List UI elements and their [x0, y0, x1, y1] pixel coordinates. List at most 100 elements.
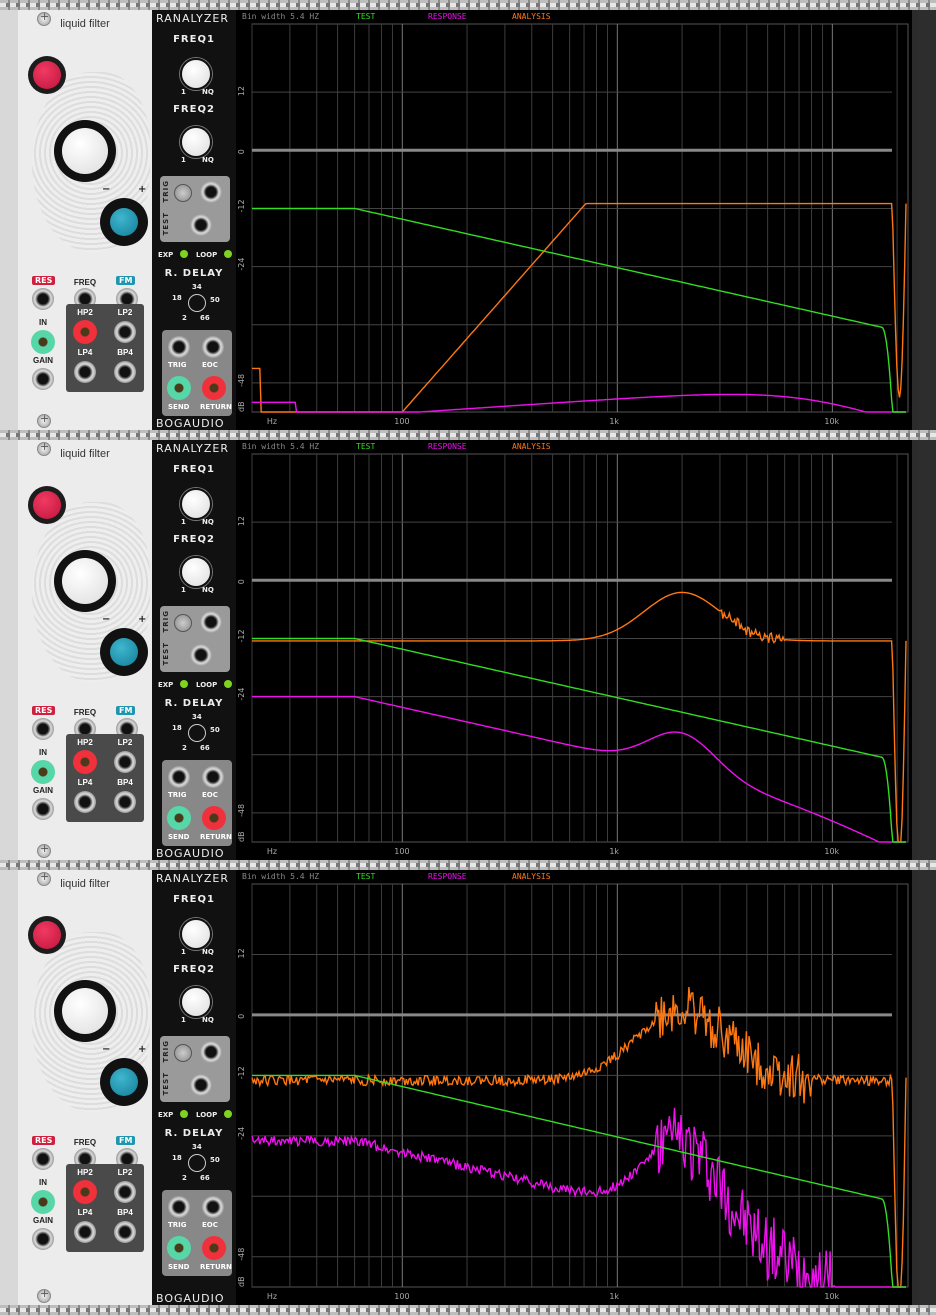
lp4-label: LP4	[77, 778, 93, 787]
lp4-output-jack[interactable]	[74, 361, 96, 383]
send-output-jack[interactable]	[167, 1236, 191, 1260]
analysis-curve	[252, 202, 907, 413]
left-blank-panel	[0, 440, 18, 860]
frequency-knob[interactable]	[54, 550, 116, 612]
fm-label: FM	[116, 706, 136, 715]
test-output-jack[interactable]	[190, 644, 212, 666]
freq1-max-label: NQ	[202, 518, 214, 526]
eoc-output-jack[interactable]	[202, 766, 224, 788]
x-tick-label: 100	[394, 417, 409, 426]
exp-led[interactable]	[180, 1110, 188, 1118]
spectrum-plot: 12 0 -12 -24 -48 dB Hz 100 1k 10k	[237, 453, 909, 856]
test-output-jack[interactable]	[190, 214, 212, 236]
loop-label: LOOP	[196, 681, 218, 689]
trigger-button[interactable]	[174, 1044, 192, 1062]
gain-cv-jack[interactable]	[32, 1228, 54, 1250]
bp4-output-jack[interactable]	[114, 1221, 136, 1243]
eoc-output-jack[interactable]	[202, 1196, 224, 1218]
gain-cv-jack[interactable]	[32, 368, 54, 390]
trigger-button[interactable]	[174, 614, 192, 632]
freq2-label: FREQ2	[173, 964, 215, 975]
freq1-knob[interactable]	[180, 58, 212, 90]
lp2-output-jack[interactable]	[114, 751, 136, 773]
freq2-knob[interactable]	[180, 556, 212, 588]
test-output-jack[interactable]	[190, 1074, 212, 1096]
analysis-curve	[251, 986, 907, 1288]
outputs-panel: HP2 LP2 LP4 BP4	[66, 304, 144, 392]
fm-attenuverter-knob[interactable]	[100, 1058, 148, 1106]
hp2-output-jack[interactable]	[73, 320, 97, 344]
return-input-jack[interactable]	[202, 806, 226, 830]
screw-icon	[37, 412, 51, 428]
right-blank-panel	[918, 10, 936, 430]
trigger-input-jack[interactable]	[200, 1041, 222, 1063]
audio-input-jack[interactable]	[31, 1190, 55, 1214]
delay-tick-34: 34	[192, 283, 202, 291]
freq1-knob[interactable]	[180, 488, 212, 520]
response-delay-knob[interactable]	[188, 1154, 206, 1172]
fm-attenuverter-knob[interactable]	[100, 628, 148, 676]
bogaudio-logo: BOGAUDIO	[156, 417, 225, 430]
freq2-knob[interactable]	[180, 126, 212, 158]
delay-tick-66: 66	[200, 744, 210, 752]
gain-cv-jack[interactable]	[32, 798, 54, 820]
y-tick-label: 12	[237, 516, 246, 526]
bp4-output-jack[interactable]	[114, 791, 136, 813]
frequency-knob[interactable]	[54, 120, 116, 182]
lp4-output-jack[interactable]	[74, 1221, 96, 1243]
resonance-knob[interactable]	[28, 486, 66, 524]
res-cv-jack[interactable]	[32, 288, 54, 310]
response-delay-knob[interactable]	[188, 724, 206, 742]
x-tick-label: 10k	[824, 847, 839, 856]
eoc-output-jack[interactable]	[202, 336, 224, 358]
resonance-knob[interactable]	[28, 56, 66, 94]
res-cv-jack[interactable]	[32, 718, 54, 740]
liquid-filter-module: liquid filter − + RES FREQ FM IN GAIN HP…	[18, 440, 153, 860]
delay-tick-66: 66	[200, 1174, 210, 1182]
y-tick-label: -48	[237, 374, 246, 387]
trig-output-jack[interactable]	[168, 766, 190, 788]
send-output-jack[interactable]	[167, 376, 191, 400]
in-label: IN	[39, 318, 47, 327]
loop-led[interactable]	[224, 250, 232, 258]
resonance-knob[interactable]	[28, 916, 66, 954]
test-label: TEST	[162, 212, 170, 236]
res-cv-jack[interactable]	[32, 1148, 54, 1170]
return-input-jack[interactable]	[202, 1236, 226, 1260]
fm-attenuverter-knob[interactable]	[100, 198, 148, 246]
bp4-output-jack[interactable]	[114, 361, 136, 383]
audio-input-jack[interactable]	[31, 760, 55, 784]
trig-output-jack[interactable]	[168, 1196, 190, 1218]
hp2-output-jack[interactable]	[73, 750, 97, 774]
gain-label: GAIN	[33, 1216, 53, 1225]
rack-row: liquid filter − + RES FREQ FM IN GAIN HP…	[0, 10, 936, 430]
test-curve	[252, 207, 906, 413]
frequency-knob[interactable]	[54, 980, 116, 1042]
freq1-min-label: 1	[181, 88, 186, 96]
lp2-output-jack[interactable]	[114, 1181, 136, 1203]
send-output-jack[interactable]	[167, 806, 191, 830]
plus-icon: +	[138, 1044, 147, 1055]
trigger-button[interactable]	[174, 184, 192, 202]
freq1-knob[interactable]	[180, 918, 212, 950]
return-input-jack[interactable]	[202, 376, 226, 400]
eoc-label: EOC	[202, 1221, 218, 1229]
loop-led[interactable]	[224, 1110, 232, 1118]
screw-icon	[37, 842, 51, 858]
minus-icon: −	[102, 614, 111, 625]
lp2-output-jack[interactable]	[114, 321, 136, 343]
trig-label: TRIG	[162, 180, 170, 203]
y-tick-label: dB	[237, 401, 246, 412]
trig-output-jack[interactable]	[168, 336, 190, 358]
lp4-output-jack[interactable]	[74, 791, 96, 813]
trig-out-label: TRIG	[168, 1221, 187, 1229]
loop-led[interactable]	[224, 680, 232, 688]
response-delay-knob[interactable]	[188, 294, 206, 312]
trigger-input-jack[interactable]	[200, 611, 222, 633]
trigger-input-jack[interactable]	[200, 181, 222, 203]
exp-led[interactable]	[180, 680, 188, 688]
freq2-knob[interactable]	[180, 986, 212, 1018]
audio-input-jack[interactable]	[31, 330, 55, 354]
hp2-output-jack[interactable]	[73, 1180, 97, 1204]
exp-led[interactable]	[180, 250, 188, 258]
